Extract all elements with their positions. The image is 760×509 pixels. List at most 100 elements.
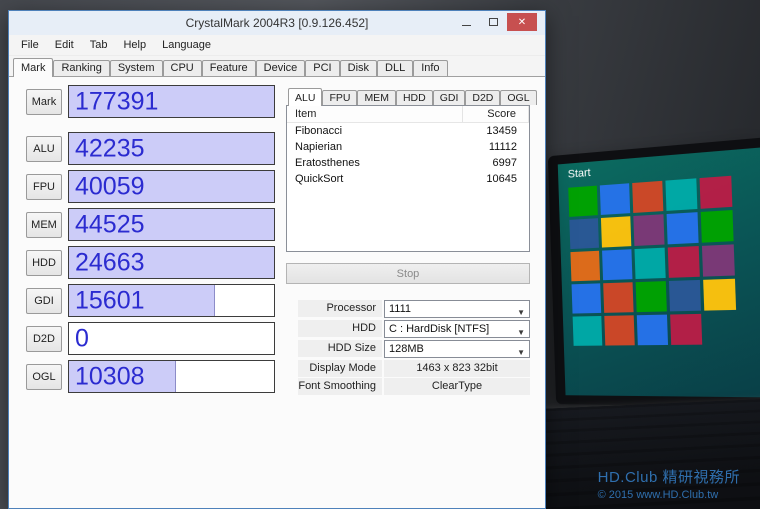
tab-mark[interactable]: Mark — [13, 58, 53, 77]
score-label-fpu[interactable]: FPU — [26, 174, 62, 200]
start-tile — [633, 214, 664, 246]
score-value-alu: 42235 — [75, 134, 145, 163]
list-item[interactable]: Napierian 11112 — [287, 139, 529, 155]
tab-feature[interactable]: Feature — [202, 60, 256, 76]
tab-info[interactable]: Info — [413, 60, 447, 76]
score-label-mem[interactable]: MEM — [26, 212, 62, 238]
column-header-score[interactable]: Score — [463, 106, 529, 122]
tab-ranking[interactable]: Ranking — [53, 60, 109, 76]
score-label-hdd[interactable]: HDD — [26, 250, 62, 276]
start-tile — [601, 216, 631, 247]
setting-row-font-smoothing: Font Smoothing ClearType — [298, 378, 530, 396]
list-item[interactable]: Eratosthenes 6997 — [287, 155, 529, 171]
score-value-hdd: 24663 — [75, 248, 145, 277]
menu-item-help[interactable]: Help — [115, 36, 154, 54]
list-item[interactable]: Fibonacci 13459 — [287, 123, 529, 139]
results-list: Item Score Fibonacci 13459 Napierian 111… — [286, 105, 530, 252]
result-item-score: 11112 — [463, 139, 529, 155]
score-row: GDI 15601 — [26, 284, 275, 317]
start-screen-label: Start — [568, 167, 591, 181]
start-screen: Start — [558, 147, 760, 398]
hdd-dropdown[interactable]: C : HardDisk [NTFS] ▼ — [384, 320, 530, 338]
start-tile — [600, 183, 630, 215]
start-tile — [703, 279, 736, 311]
result-item-name: QuickSort — [287, 171, 463, 187]
processor-mask-dropdown[interactable]: 1111 ▼ — [384, 300, 530, 318]
subtab-hdd[interactable]: HDD — [396, 90, 433, 105]
score-label-mark[interactable]: Mark — [26, 89, 62, 115]
subtab-gdi[interactable]: GDI — [433, 90, 466, 105]
start-tile — [569, 218, 599, 249]
tab-device[interactable]: Device — [256, 60, 306, 76]
score-value-gdi: 15601 — [75, 286, 145, 315]
setting-row-hdd-size: HDD Size 128MB ▼ — [298, 340, 530, 358]
start-tile — [602, 249, 632, 280]
score-row: FPU 40059 — [26, 170, 275, 203]
minimize-icon — [462, 25, 471, 26]
start-tile — [701, 210, 734, 243]
close-icon: ✕ — [518, 17, 526, 28]
setting-row-processor-mask: Processor Mask 1111 ▼ — [298, 300, 530, 318]
score-value-ogl: 10308 — [75, 362, 145, 391]
hdd-size-dropdown[interactable]: 128MB ▼ — [384, 340, 530, 358]
score-row: OGL 10308 — [26, 360, 275, 393]
result-item-score: 6997 — [463, 155, 529, 171]
start-tile — [637, 315, 668, 346]
score-label-d2d[interactable]: D2D — [26, 326, 62, 352]
score-value-d2d: 0 — [75, 324, 89, 353]
window-controls: ✕ — [453, 13, 537, 31]
subtab-ogl[interactable]: OGL — [500, 90, 536, 105]
start-tile — [603, 282, 633, 313]
tab-dll[interactable]: DLL — [377, 60, 413, 76]
desktop-background: Start HD.Club 精研視務所 © 2015 www.HD.Club.t… — [0, 0, 760, 509]
start-tile — [572, 283, 602, 313]
minimize-button[interactable] — [453, 13, 480, 31]
tab-cpu[interactable]: CPU — [163, 60, 202, 76]
menu-item-language[interactable]: Language — [154, 36, 219, 54]
watermark-line1: HD.Club 精研視務所 — [598, 466, 740, 487]
stop-button[interactable]: Stop — [286, 263, 530, 284]
start-tile — [668, 246, 700, 278]
menu-bar: File Edit Tab Help Language — [9, 35, 545, 56]
score-row: MEM 44525 — [26, 208, 275, 241]
menu-item-edit[interactable]: Edit — [47, 36, 82, 54]
start-tile — [568, 186, 598, 217]
subtab-d2d[interactable]: D2D — [465, 90, 500, 105]
score-label-ogl[interactable]: OGL — [26, 364, 62, 390]
score-label-gdi[interactable]: GDI — [26, 288, 62, 314]
detail-tab-strip: ALU FPU MEM HDD GDI D2D OGL — [286, 87, 530, 105]
tab-system[interactable]: System — [110, 60, 163, 76]
score-column: Mark 177391 ALU 42235 FPU — [26, 85, 275, 398]
start-tiles — [568, 173, 760, 393]
hdd-size-value: 128MB — [389, 343, 424, 355]
score-box-d2d: 0 — [68, 322, 275, 355]
start-tile — [667, 212, 699, 244]
score-label-alu[interactable]: ALU — [26, 136, 62, 162]
result-item-name: Eratosthenes — [287, 155, 463, 171]
subtab-mem[interactable]: MEM — [357, 90, 396, 105]
font-smoothing-label: Font Smoothing — [298, 378, 382, 395]
column-header-item[interactable]: Item — [287, 106, 463, 122]
start-tile — [604, 315, 634, 345]
score-box-fpu: 40059 — [68, 170, 275, 203]
menu-item-tab[interactable]: Tab — [82, 36, 116, 54]
watermark-line2: © 2015 www.HD.Club.tw — [598, 489, 740, 501]
hdd-label: HDD — [298, 320, 382, 337]
score-value-fpu: 40059 — [75, 172, 145, 201]
display-mode-label: Display Mode — [298, 360, 382, 377]
close-button[interactable]: ✕ — [507, 13, 537, 31]
subtab-fpu[interactable]: FPU — [322, 90, 357, 105]
maximize-button[interactable] — [480, 13, 507, 31]
score-box-mark: 177391 — [68, 85, 275, 118]
menu-item-file[interactable]: File — [13, 36, 47, 54]
result-item-name: Napierian — [287, 139, 463, 155]
list-item[interactable]: QuickSort 10645 — [287, 171, 529, 187]
chevron-down-icon: ▼ — [517, 305, 525, 321]
laptop-screen-image: Start — [548, 136, 760, 407]
score-row: Mark 177391 — [26, 85, 275, 118]
subtab-alu[interactable]: ALU — [288, 88, 322, 106]
tab-disk[interactable]: Disk — [340, 60, 377, 76]
chevron-down-icon: ▼ — [517, 345, 525, 361]
tab-pci[interactable]: PCI — [305, 60, 339, 76]
titlebar[interactable]: CrystalMark 2004R3 [0.9.126.452] ✕ — [9, 11, 545, 35]
